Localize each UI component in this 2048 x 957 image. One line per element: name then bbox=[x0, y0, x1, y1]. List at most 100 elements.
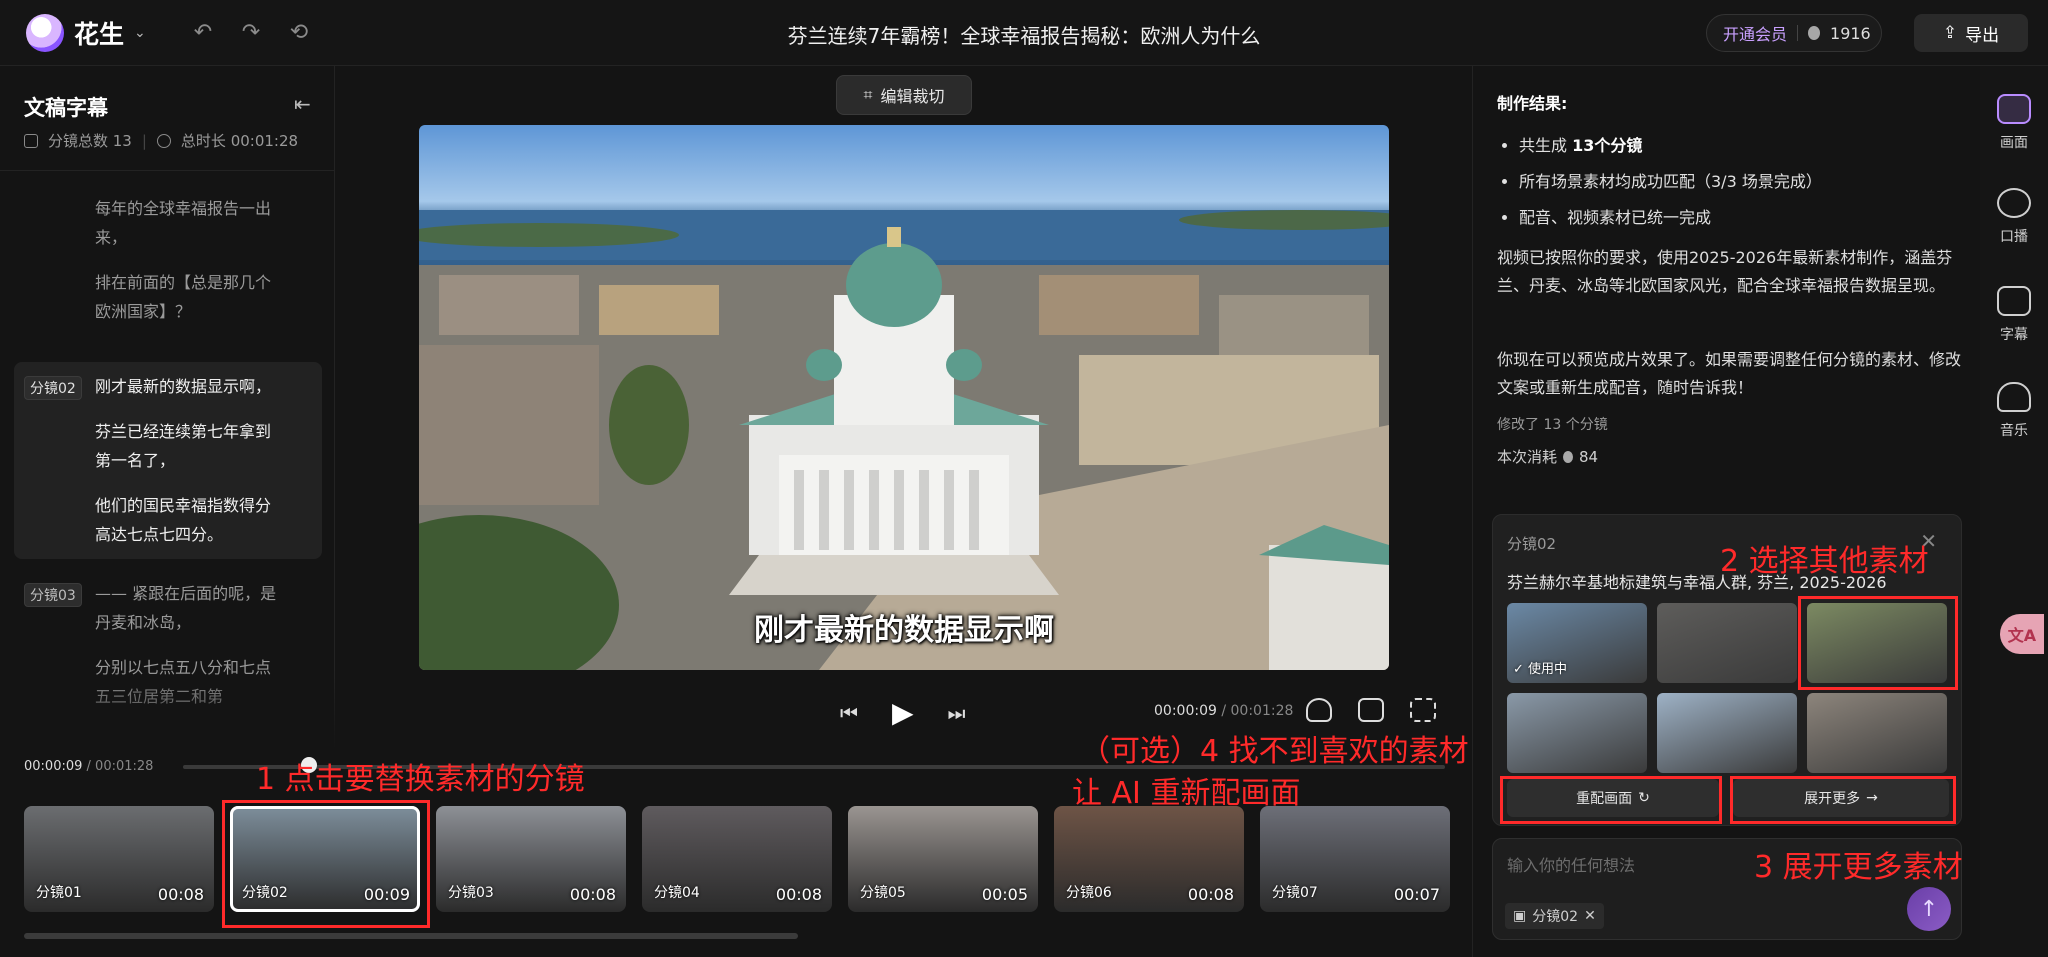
clip-duration: 00:08 bbox=[775, 885, 822, 904]
tool-rail: 画面 口播 字幕 音乐 bbox=[1980, 66, 2048, 957]
vip-button[interactable]: 开通会员 1916 bbox=[1706, 14, 1882, 52]
clip-item[interactable]: 分镜01 00:08 bbox=[24, 806, 214, 912]
redo-icon[interactable]: ↷ bbox=[238, 20, 264, 46]
undo-icon[interactable]: ↶ bbox=[190, 20, 216, 46]
panel-title: 文稿字幕 bbox=[24, 96, 108, 120]
clip-duration: 00:07 bbox=[1393, 885, 1440, 904]
result-item: 所有场景素材均成功匹配（3/3 场景完成） bbox=[1519, 168, 1822, 192]
material-thumb[interactable] bbox=[1657, 603, 1797, 683]
crop-label: 编辑裁切 bbox=[880, 87, 945, 106]
annotation-step2: 2 选择其他素材 bbox=[1720, 544, 1929, 579]
rail-item-voiceover[interactable]: 口播 bbox=[1980, 188, 2048, 246]
coin-balance: 1916 bbox=[1830, 23, 1871, 43]
material-thumb-in-use[interactable]: ✓ 使用中 bbox=[1507, 603, 1647, 683]
script-list: 每年的全球幸福报告一出来， 排在前面的【总是那几个欧洲国家】？ 分镜02 刚才最… bbox=[14, 184, 322, 747]
fullscreen-icon[interactable] bbox=[1410, 698, 1436, 722]
in-use-badge: ✓ 使用中 bbox=[1513, 662, 1568, 677]
voice-icon bbox=[1997, 188, 2031, 218]
result-bold: 13个分镜 bbox=[1572, 136, 1643, 155]
script-line[interactable]: 每年的全球幸福报告一出来， bbox=[95, 194, 285, 252]
clip-item[interactable]: 分镜06 00:08 bbox=[1054, 806, 1244, 912]
clip-name: 分镜01 bbox=[36, 885, 82, 901]
material-thumb[interactable] bbox=[1507, 693, 1647, 773]
chip-label: 分镜02 bbox=[1532, 909, 1579, 925]
previous-icon[interactable]: ⏮ bbox=[840, 701, 858, 725]
timeline-current-time: 00:00:09 bbox=[24, 759, 83, 774]
coin-icon bbox=[1808, 26, 1821, 40]
clip-duration: 00:05 bbox=[981, 885, 1028, 904]
next-icon[interactable]: ⏭ bbox=[948, 701, 966, 725]
rail-label: 口播 bbox=[2000, 229, 2028, 245]
current-time: 00:00:09 bbox=[1154, 703, 1217, 719]
script-segment[interactable]: 每年的全球幸福报告一出来， 排在前面的【总是那几个欧洲国家】？ bbox=[14, 184, 322, 352]
total-time: / 00:01:28 bbox=[1221, 703, 1294, 719]
clip-item[interactable]: 分镜05 00:05 bbox=[848, 806, 1038, 912]
crop-icon: ⌗ bbox=[863, 85, 873, 104]
rail-item-music[interactable]: 音乐 bbox=[1980, 382, 2048, 440]
script-line[interactable]: 他们的国民幸福指数得分高达七点七四分。 bbox=[95, 491, 285, 549]
clip-name: 分镜04 bbox=[654, 885, 700, 901]
video-preview[interactable]: 刚才最新的数据显示啊 bbox=[419, 125, 1389, 670]
clip-name: 分镜07 bbox=[1272, 885, 1318, 901]
timeline-timecode: 00:00:09 / 00:01:28 bbox=[24, 759, 153, 774]
edit-crop-button[interactable]: ⌗ 编辑裁切 bbox=[836, 75, 972, 115]
annotation-box bbox=[1500, 776, 1722, 824]
clip-name: 分镜03 bbox=[448, 885, 494, 901]
script-line[interactable]: —— 紧跟在后面的呢，是丹麦和冰岛， bbox=[95, 579, 285, 637]
video-frame-image bbox=[419, 210, 1389, 670]
clip-item[interactable]: 分镜03 00:08 bbox=[436, 806, 626, 912]
script-line[interactable]: 排在前面的【总是那几个欧洲国家】？ bbox=[95, 268, 285, 326]
translate-float-button[interactable]: 文A bbox=[2000, 614, 2044, 654]
divider bbox=[0, 170, 335, 171]
material-thumb[interactable] bbox=[1657, 693, 1797, 773]
script-line[interactable]: 芬兰已经连续第七年拿到第一名了， bbox=[95, 417, 285, 475]
clip-name: 分镜05 bbox=[860, 885, 906, 901]
cc-icon bbox=[1997, 286, 2031, 316]
script-line[interactable]: 刚才最新的数据显示啊， bbox=[95, 372, 285, 401]
chevron-down-icon: ⌄ bbox=[134, 25, 146, 41]
export-button[interactable]: ⇪ 导出 bbox=[1914, 14, 2028, 52]
annotation-step4: （可选）4 找不到喜欢的素材 bbox=[1080, 734, 1469, 769]
script-meta: 分镜总数 13 | 总时长 00:01:28 bbox=[24, 130, 298, 151]
script-segment-active[interactable]: 分镜02 刚才最新的数据显示啊， 芬兰已经连续第七年拿到第一名了， 他们的国民幸… bbox=[14, 362, 322, 559]
brand-menu[interactable]: 花生 ⌄ bbox=[26, 14, 146, 52]
result-followup: 你现在可以预览成片效果了。如果需要调整任何分镜的素材、修改文案或重新生成配音，随… bbox=[1497, 350, 1962, 397]
segment-chip[interactable]: ▣ 分镜02 ✕ bbox=[1505, 903, 1604, 929]
play-icon[interactable]: ▶ bbox=[892, 696, 914, 729]
scroll-fade bbox=[0, 670, 335, 750]
segment-count: 分镜总数 13 bbox=[48, 132, 132, 150]
annotation-step1: 1 点击要替换素材的分镜 bbox=[256, 762, 585, 797]
player-timecode: 00:00:09 / 00:01:28 bbox=[1154, 703, 1293, 719]
clock-icon bbox=[156, 133, 171, 148]
annotation-box bbox=[1730, 776, 1956, 824]
rail-item-visual[interactable]: 画面 bbox=[1980, 94, 2048, 152]
clip-item[interactable]: 分镜07 00:07 bbox=[1260, 806, 1450, 912]
result-text: 配音、视频素材已统一完成 bbox=[1519, 208, 1712, 227]
annotation-box bbox=[1798, 596, 1958, 690]
material-thumb[interactable] bbox=[1807, 693, 1947, 773]
voice-check-icon[interactable] bbox=[1306, 698, 1332, 722]
export-label: 导出 bbox=[1965, 25, 2000, 46]
arrow-up-icon: ↑ bbox=[1919, 896, 1939, 922]
subtitle-check-icon[interactable] bbox=[1358, 698, 1384, 722]
clip-duration: 00:08 bbox=[157, 885, 204, 904]
video-icon bbox=[24, 133, 38, 148]
timeline-scrollbar[interactable] bbox=[24, 933, 798, 939]
clip-name: 分镜06 bbox=[1066, 885, 1112, 901]
card-segment-tag: 分镜02 bbox=[1507, 535, 1557, 553]
rail-label: 音乐 bbox=[2000, 423, 2028, 439]
script-panel: 文稿字幕 ⇤ 分镜总数 13 | 总时长 00:01:28 每年的全球幸福报告一… bbox=[0, 66, 335, 750]
history-icon[interactable]: ⟲ bbox=[286, 20, 312, 46]
brand-logo bbox=[26, 14, 64, 52]
collapse-panel-icon[interactable]: ⇤ bbox=[294, 92, 311, 116]
cost-label: 本次消耗 bbox=[1497, 448, 1558, 466]
total-duration: 总时长 00:01:28 bbox=[180, 132, 299, 150]
clip-item[interactable]: 分镜04 00:08 bbox=[642, 806, 832, 912]
video-subtitle: 刚才最新的数据显示啊 bbox=[754, 613, 1054, 648]
rail-item-subtitle[interactable]: 字幕 bbox=[1980, 286, 2048, 344]
video-icon: ▣ bbox=[1513, 908, 1527, 924]
send-button[interactable]: ↑ bbox=[1907, 887, 1951, 931]
result-item: 配音、视频素材已统一完成 bbox=[1519, 204, 1822, 228]
remove-chip-icon[interactable]: ✕ bbox=[1584, 908, 1596, 924]
annotation-step3: 3 展开更多素材 bbox=[1754, 850, 1963, 885]
